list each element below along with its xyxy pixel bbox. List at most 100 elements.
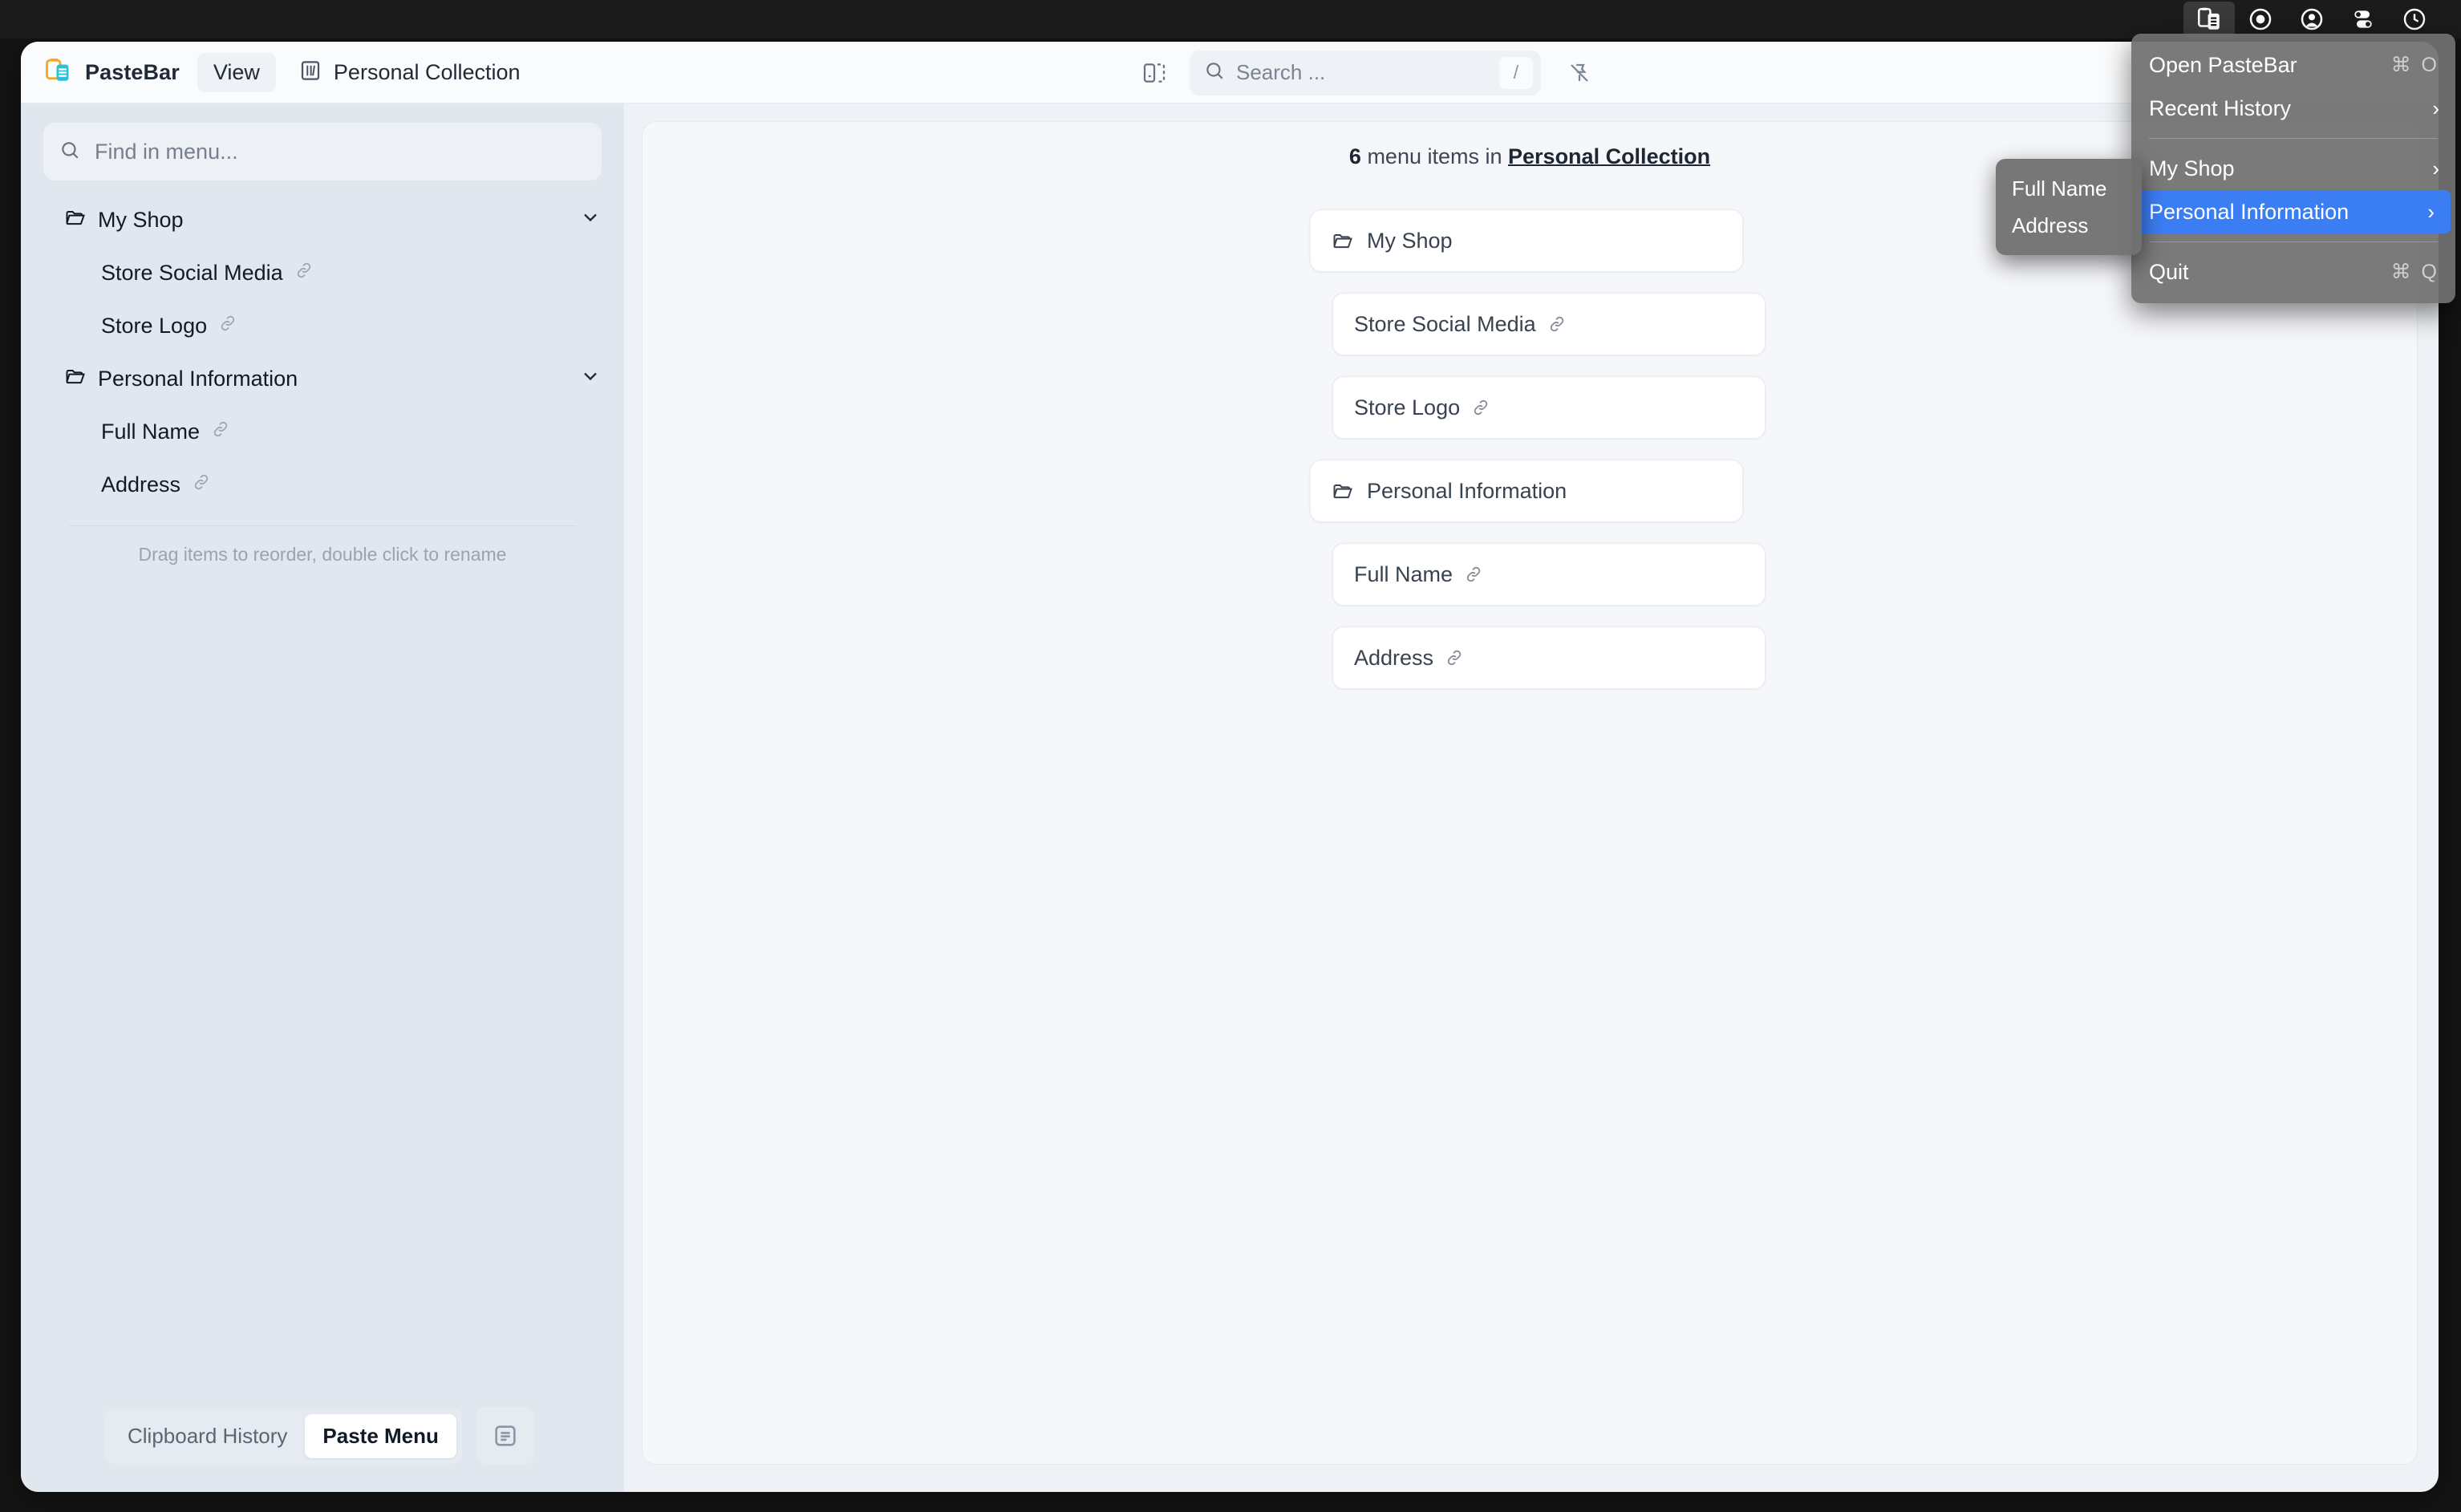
tree-item-label: Store Social Media [101,260,283,285]
link-icon [192,472,211,497]
menu-separator [2149,241,2438,242]
menu-item-shortcut: ⌘ Q [2390,261,2439,283]
collection-selector[interactable]: Personal Collection [298,59,521,87]
item-count: 6 [1348,144,1361,168]
menu-card-label: Address [1354,645,1434,670]
menu-card-personal-information[interactable]: Personal Information [1310,460,1743,522]
tab-clipboard-history[interactable]: Clipboard History [110,1414,305,1458]
menu-item-open-pastebar[interactable]: Open PasteBar ⌘ O [2131,43,2455,87]
chevron-right-icon: › [2432,156,2439,180]
menu-card-label: Store Social Media [1354,311,1536,336]
search-bar[interactable]: Search ... / [1190,50,1541,95]
clock-icon[interactable] [2389,2,2440,37]
pin-off-icon[interactable] [1559,52,1600,94]
find-in-menu-placeholder: Find in menu... [95,139,238,164]
menu-card-my-shop[interactable]: My Shop [1310,209,1743,272]
link-icon [1471,398,1490,417]
tree-folder-my-shop[interactable]: My Shop [43,193,602,246]
sidebar: Find in menu... My Shop Store Social Med… [21,103,624,1492]
tray-dropdown-menu: Open PasteBar ⌘ O Recent History › My Sh… [2131,34,2455,303]
link-icon [1445,648,1464,667]
tray-submenu-personal-information: Full Name Address [1996,159,2142,255]
user-account-icon[interactable] [2286,2,2337,37]
menu-item-label: Open PasteBar [2149,52,2297,77]
chevron-down-icon[interactable] [579,365,602,393]
tree-item-label: Full Name [101,419,201,444]
pastebar-clipboard-logo [43,56,72,89]
menu-item-label: Recent History [2149,95,2292,120]
link-icon [294,261,314,286]
chevron-down-icon[interactable] [579,206,602,234]
collection-name: Personal Collection [333,59,521,84]
menu-card-address[interactable]: Address [1332,626,1766,689]
count-text: menu items in [1360,144,1509,168]
notes-list-icon[interactable] [476,1407,534,1465]
folder-open-icon [64,365,87,393]
desktop: PasteBar View Personal Collection Search… [0,0,2461,1512]
menu-item-my-shop[interactable]: My Shop › [2131,147,2455,190]
folder-open-icon [64,206,87,234]
menu-card-label: Store Logo [1354,395,1461,420]
clipboard-icon[interactable] [2183,2,2235,37]
menu-card-label: Full Name [1354,561,1453,586]
link-icon [211,420,230,444]
tree-item-full-name[interactable]: Full Name [43,405,602,458]
find-in-menu-input[interactable]: Find in menu... [43,123,602,180]
search-shortcut-key: / [1499,56,1533,89]
library-books-icon [298,59,322,87]
split-panel-icon[interactable] [1132,51,1177,95]
record-circle-icon[interactable] [2235,2,2286,37]
link-icon [1464,565,1483,584]
menu-item-quit[interactable]: Quit ⌘ Q [2131,250,2455,294]
sidebar-footer: Clipboard History Paste Menu [21,1407,624,1465]
app-header-bar: PasteBar View Personal Collection Search… [21,42,2439,103]
search-input[interactable]: Search ... [1236,60,1499,85]
search-icon [59,140,80,164]
menu-card-store-logo[interactable]: Store Logo [1332,376,1766,439]
menu-card-store-social-media[interactable]: Store Social Media [1332,293,1766,355]
menu-item-personal-information[interactable]: Personal Information › [2136,190,2451,233]
tree-item-address[interactable]: Address [43,458,602,511]
menu-tree: My Shop Store Social Media Store Logo Pe… [21,180,624,565]
menu-items-panel: 6 menu items in Personal Collection My S… [642,121,2418,1465]
menu-bar-icon-group [2183,2,2461,37]
header-tools: Search ... / [1132,42,1600,103]
menu-card-label: My Shop [1367,228,1453,253]
collection-link[interactable]: Personal Collection [1508,144,1710,168]
link-icon [1547,314,1567,334]
main-area: 6 menu items in Personal Collection My S… [624,103,2439,1492]
menu-separator [2149,138,2438,139]
menu-item-shortcut: ⌘ O [2390,54,2439,76]
app-title: PasteBar [85,59,180,84]
menu-item-recent-history[interactable]: Recent History › [2131,87,2455,130]
menu-item-label: Personal Information [2149,199,2350,224]
sidebar-search-wrap: Find in menu... [21,103,624,180]
submenu-item-full-name[interactable]: Full Name [1996,170,2142,207]
folder-open-icon [1332,229,1354,252]
menu-item-label: Quit [2149,259,2189,284]
submenu-item-address[interactable]: Address [1996,207,2142,244]
pastebar-window: PasteBar View Personal Collection Search… [21,42,2439,1492]
menu-card-full-name[interactable]: Full Name [1332,543,1766,606]
folder-open-icon [1332,480,1354,502]
view-button[interactable]: View [197,52,276,92]
link-icon [218,314,237,338]
reorder-hint: Drag items to reorder, double click to r… [138,544,507,565]
system-menu-bar [0,0,2461,39]
tree-item-label: Store Logo [101,313,208,338]
app-brand: PasteBar [21,56,180,89]
tree-item-label: My Shop [98,207,184,232]
tree-item-label: Personal Information [98,366,298,391]
search-icon [1204,60,1225,85]
app-body: Find in menu... My Shop Store Social Med… [21,103,2439,1492]
control-toggles-icon[interactable] [2337,2,2389,37]
chevron-right-icon: › [2427,199,2435,224]
tree-item-store-social-media[interactable]: Store Social Media [43,246,602,299]
tree-folder-personal-information[interactable]: Personal Information [43,352,602,405]
menu-item-label: My Shop [2149,156,2235,180]
menu-card-label: Personal Information [1367,478,1567,503]
mode-switcher: Clipboard History Paste Menu [104,1408,462,1464]
tree-item-store-logo[interactable]: Store Logo [43,299,602,352]
tab-paste-menu[interactable]: Paste Menu [305,1413,456,1458]
chevron-right-icon: › [2432,95,2439,120]
